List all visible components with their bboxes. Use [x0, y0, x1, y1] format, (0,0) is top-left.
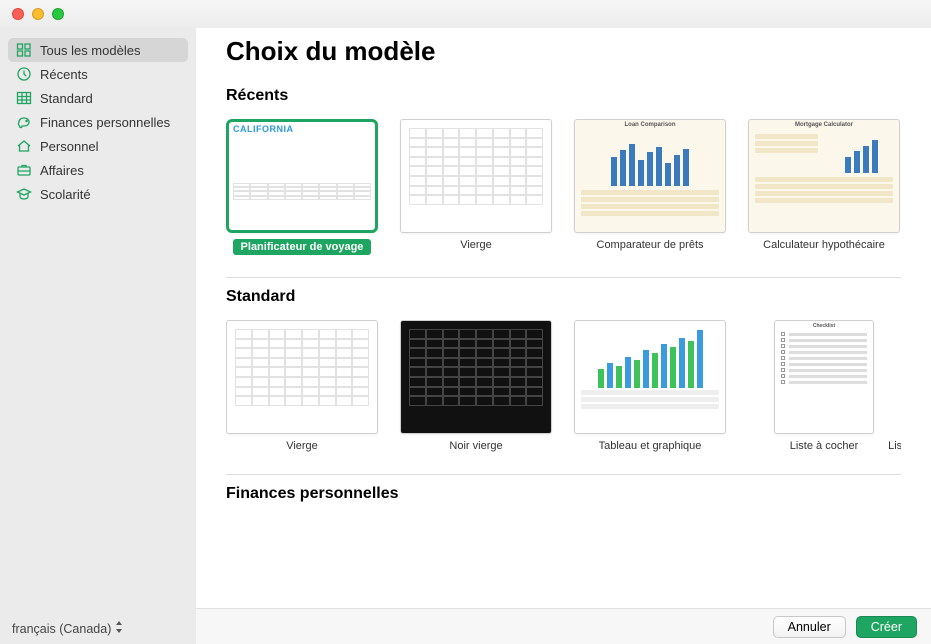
template-thumbnail: Checklist: [774, 320, 874, 434]
language-selector[interactable]: français (Canada): [0, 615, 196, 644]
template-thumbnail: [400, 320, 552, 434]
sidebar: Tous les modèles Récents Standard Financ…: [0, 0, 196, 644]
template-loan-comparison[interactable]: Loan Comparison Comparateur de prêts: [574, 119, 726, 255]
template-thumbnail: [400, 119, 552, 233]
template-thumbnail: Loan Comparison: [574, 119, 726, 233]
table-icon: [16, 90, 32, 106]
template-travel-planner[interactable]: CALIFORNIA Planificateur de voyage: [226, 119, 378, 255]
template-thumbnail: CALIFORNIA: [226, 119, 378, 233]
template-label: Tableau et graphique: [599, 440, 702, 452]
template-label: Comparateur de prêts: [597, 239, 704, 251]
chevron-updown-icon: [115, 621, 123, 636]
house-icon: [16, 138, 32, 154]
sidebar-item-personal[interactable]: Personnel: [8, 134, 188, 158]
close-button[interactable]: [12, 8, 24, 20]
clock-icon: [16, 66, 32, 82]
template-label: Liste à cocher avec totaux: [888, 440, 901, 452]
template-mortgage-calculator[interactable]: Mortgage Calculator Calculateur hypothéc…: [748, 119, 900, 255]
grid-icon: [16, 42, 32, 58]
maximize-button[interactable]: [52, 8, 64, 20]
template-blank-dark[interactable]: Noir vierge: [400, 320, 552, 452]
sidebar-item-label: Scolarité: [40, 187, 91, 202]
template-checklist[interactable]: Checklist Liste à: [748, 320, 900, 452]
thumb-title: Loan Comparison: [575, 120, 725, 130]
footer: Annuler Créer: [196, 608, 931, 644]
template-label: Planificateur de voyage: [233, 239, 372, 255]
sidebar-item-recents[interactable]: Récents: [8, 62, 188, 86]
section-title-standard: Standard: [226, 277, 901, 306]
recents-row: CALIFORNIA Planificateur de voyage: [226, 119, 901, 255]
template-thumbnail: Mortgage Calculator: [748, 119, 900, 233]
template-blank[interactable]: Vierge: [400, 119, 552, 255]
sidebar-item-label: Personnel: [40, 139, 99, 154]
template-label: Vierge: [286, 440, 318, 452]
template-thumbnail: [226, 320, 378, 434]
page-title: Choix du modèle: [226, 36, 901, 67]
minimize-button[interactable]: [32, 8, 44, 20]
create-button[interactable]: Créer: [856, 616, 917, 638]
template-label: Vierge: [460, 239, 492, 251]
language-label: français (Canada): [12, 622, 111, 636]
template-label: Calculateur hypothécaire: [763, 239, 885, 251]
thumb-title: CALIFORNIA: [229, 122, 375, 136]
sidebar-item-label: Standard: [40, 91, 93, 106]
sidebar-item-all-templates[interactable]: Tous les modèles: [8, 38, 188, 62]
template-label: Noir vierge: [449, 440, 502, 452]
sidebar-item-label: Tous les modèles: [40, 43, 140, 58]
content: Choix du modèle Récents CALIFORNIA: [196, 0, 931, 644]
template-blank-std[interactable]: Vierge: [226, 320, 378, 452]
section-title-recents: Récents: [226, 87, 901, 105]
sidebar-item-personal-finance[interactable]: Finances personnelles: [8, 110, 188, 134]
template-label: Liste à cocher: [790, 440, 858, 452]
titlebar: [0, 0, 931, 28]
template-thumbnail: [574, 320, 726, 434]
thumb-title: Checklist: [775, 321, 873, 331]
briefcase-icon: [16, 162, 32, 178]
sidebar-item-business[interactable]: Affaires: [8, 158, 188, 182]
sidebar-item-standard[interactable]: Standard: [8, 86, 188, 110]
sidebar-item-label: Finances personnelles: [40, 115, 170, 130]
sidebar-item-label: Affaires: [40, 163, 84, 178]
graduation-cap-icon: [16, 186, 32, 202]
thumb-title: Mortgage Calculator: [749, 120, 899, 130]
section-title-finances: Finances personnelles: [226, 474, 901, 503]
template-table-chart[interactable]: Tableau et graphique: [574, 320, 726, 452]
cancel-button[interactable]: Annuler: [773, 616, 846, 638]
piggy-bank-icon: [16, 114, 32, 130]
sidebar-item-education[interactable]: Scolarité: [8, 182, 188, 206]
sidebar-item-label: Récents: [40, 67, 88, 82]
standard-row: Vierge: [226, 320, 901, 452]
